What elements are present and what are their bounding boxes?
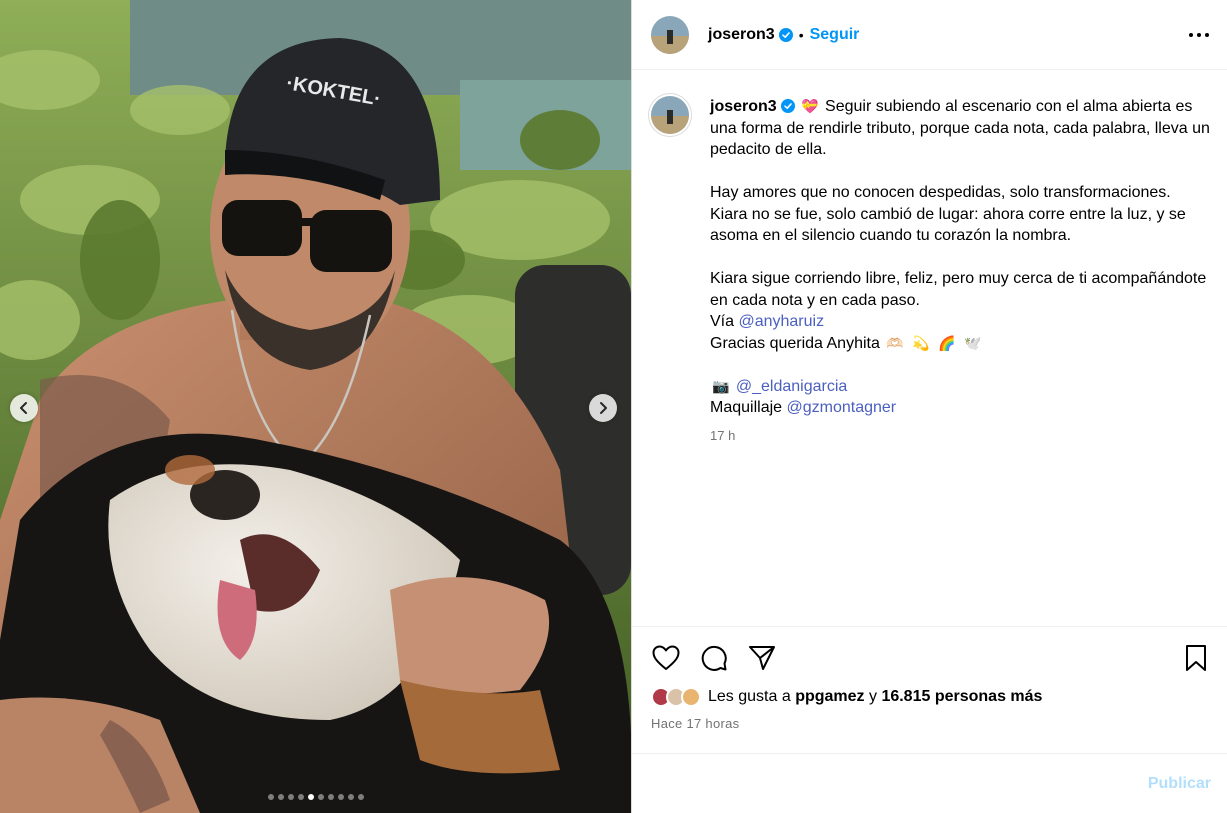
rainbow-emoji: 🌈 (938, 334, 956, 351)
carousel-dot (287, 794, 294, 800)
comment-input[interactable] (648, 754, 1148, 813)
bookmark-icon (1186, 645, 1206, 671)
likes-count-link[interactable]: 16.815 personas más (881, 688, 1042, 706)
caption-username[interactable]: joseron3 (710, 98, 777, 115)
likes-summary: Les gusta a ppgamez y 16.815 personas má… (651, 687, 1211, 707)
comment-button[interactable] (699, 643, 729, 673)
carousel-dot (307, 794, 314, 800)
more-options-button[interactable] (1187, 23, 1211, 47)
thanks-text: Gracias querida Anyhita (710, 334, 880, 352)
caption-text: joseron3 💝 Seguir subiendo al escenario … (710, 96, 1211, 446)
liker-avatars[interactable] (651, 687, 701, 707)
like-button[interactable] (651, 643, 681, 673)
post-details: joseron3 • Seguir joseron3 💝 Seguir subi… (631, 0, 1227, 813)
chevron-left-icon (20, 402, 27, 414)
via-label: Vía (710, 313, 735, 330)
post-header: joseron3 • Seguir (632, 0, 1227, 70)
mention-gzmontagner[interactable]: @gzmontagner (787, 399, 897, 416)
carousel-dot (317, 794, 324, 800)
action-icons (651, 641, 1211, 675)
likes-connector: y (868, 688, 877, 705)
carousel-dot (267, 794, 274, 800)
carousel-dot (347, 794, 354, 800)
mention-anyharuiz[interactable]: @anyharuiz (738, 313, 824, 330)
caption: joseron3 💝 Seguir subiendo al escenario … (648, 93, 1211, 446)
caption-area: joseron3 💝 Seguir subiendo al escenario … (632, 70, 1227, 626)
follow-button[interactable]: Seguir (810, 26, 860, 44)
caption-paragraph-2: Hay amores que no conocen despedidas, so… (710, 184, 1186, 244)
post-photo: ·KOKTEL· (0, 0, 631, 813)
dove-emoji: 🕊️ (964, 334, 982, 351)
caption-paragraph-3: Kiara sigue corriendo libre, feliz, pero… (710, 270, 1207, 309)
separator-dot: • (798, 26, 804, 43)
caption-timestamp[interactable]: 17 h (710, 425, 1211, 447)
carousel-dot (297, 794, 304, 800)
post-timestamp: Hace 17 horas (651, 716, 740, 731)
heart-gift-emoji: 💝 (801, 98, 819, 114)
verified-badge-icon (780, 99, 795, 113)
carousel-dot (327, 794, 334, 800)
likes-prefix: Les gusta a (708, 688, 791, 705)
verified-badge-icon (778, 27, 793, 42)
carousel-dot (277, 794, 284, 800)
comment-bar: Publicar (632, 753, 1227, 813)
carousel-next-button[interactable] (589, 394, 617, 422)
more-options-icon (1189, 32, 1209, 37)
avatar[interactable] (651, 15, 689, 54)
publish-button[interactable]: Publicar (1148, 775, 1211, 793)
save-button[interactable] (1181, 643, 1211, 673)
carousel-prev-button[interactable] (10, 394, 38, 422)
post-media[interactable]: ·KOKTEL· (0, 0, 631, 813)
carousel-dot (357, 794, 364, 800)
carousel-indicator (0, 794, 631, 800)
liker-username-link[interactable]: ppgamez (795, 688, 864, 706)
post-dialog: ·KOKTEL· joseron3 • Seguir joseron3 💝 Se… (0, 0, 1227, 813)
heart-icon (652, 645, 680, 670)
dizzy-emoji: 💫 (912, 334, 930, 351)
caption-avatar[interactable] (648, 93, 692, 137)
mention-eldanigarcia[interactable]: @_eldanigarcia (736, 378, 847, 395)
post-actions: Les gusta a ppgamez y 16.815 personas má… (632, 626, 1227, 753)
camera-emoji: 📷 (712, 377, 730, 394)
comment-icon (701, 645, 727, 671)
share-button[interactable] (747, 643, 777, 673)
share-icon (749, 646, 775, 670)
makeup-label: Maquillaje (710, 399, 783, 416)
chevron-right-icon (600, 402, 607, 414)
carousel-dot (337, 794, 344, 800)
username-link[interactable]: joseron3 (708, 26, 775, 44)
heart-hands-emoji: 🫶🏻 (886, 334, 904, 351)
